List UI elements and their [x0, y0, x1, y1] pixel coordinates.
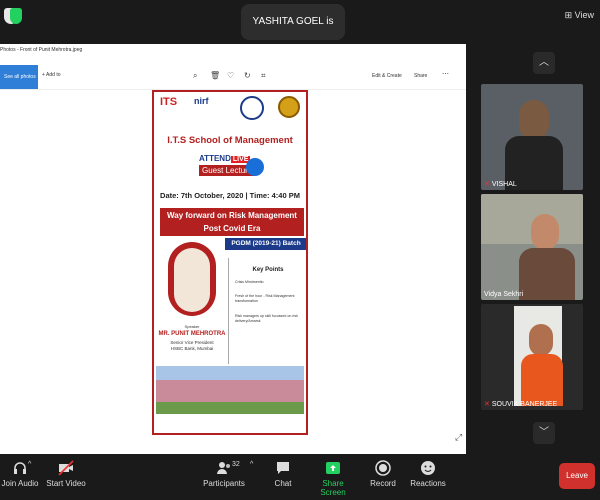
share-screen-icon [326, 462, 340, 474]
speaker-label: Speaker [184, 324, 200, 329]
speaker-photo [168, 242, 216, 316]
chat-icon [277, 462, 289, 474]
fullscreen-expand-icon[interactable]: ⤢ [455, 432, 462, 443]
award-badge-logo [278, 96, 300, 118]
participant-tile[interactable]: ✕ VISHAL [481, 84, 583, 190]
key-point-item: Risk managers up skill focussed on risk … [235, 314, 298, 323]
zoom-icon[interactable]: ⌕ [193, 71, 197, 81]
participant-tile[interactable]: ✕ SOUVIK BANERJEE [481, 304, 583, 410]
poster-logos: ITS nirf [154, 94, 306, 130]
headphones-icon [14, 462, 26, 474]
participant-video-body [521, 354, 563, 406]
participants-count: 32 [232, 461, 240, 468]
more-icon[interactable]: ⋯ [442, 70, 449, 78]
speaker-role: Senior Vice President HSBC Bank, Mumbai [170, 340, 214, 351]
photos-share-button[interactable]: Share [414, 73, 427, 79]
video-camera-icon [246, 158, 264, 176]
delete-icon[interactable]: 🗑 [210, 71, 220, 80]
reactions-smiley-icon [421, 461, 435, 475]
share-screen-button[interactable]: Share Screen [310, 454, 356, 500]
join-audio-button[interactable]: Join Audio [0, 454, 40, 500]
encryption-shield-icon[interactable] [10, 8, 22, 24]
seal-logo [240, 96, 264, 120]
attend-live-label: ATTEND LIVE [199, 154, 251, 163]
school-name: I.T.S School of Management [167, 135, 293, 146]
participant-name: ✕ VISHAL [484, 181, 517, 188]
audio-options-chevron-icon[interactable]: ^ [28, 461, 31, 468]
key-points-title: Key Points [252, 267, 284, 273]
favorite-icon[interactable]: ♡ [227, 71, 234, 80]
key-point-item: Crisis Mindmentio [235, 280, 264, 284]
participant-video-face [531, 214, 559, 250]
chat-button[interactable]: Chat [268, 454, 298, 500]
participant-tile[interactable]: Vidya Sekhri [481, 194, 583, 300]
photos-window-title: Photos - Front of Punit Mehrotra.jpeg [0, 47, 83, 53]
leave-button[interactable]: Leave [559, 463, 595, 489]
speaker-portrait [174, 248, 210, 312]
mic-muted-icon: ✕ [484, 181, 490, 188]
sky [156, 366, 304, 380]
reactions-button[interactable]: Reactions [410, 454, 446, 500]
participant-video-body [519, 248, 575, 300]
nirf-logo: nirf [194, 96, 209, 106]
poster-footer-links [156, 415, 304, 431]
speaker-name: MR. PUNIT MEHROTRA [158, 331, 226, 337]
lawn [156, 402, 304, 414]
participant-name: Vidya Sekhri [484, 291, 524, 298]
meeting-controls-bar: Join Audio ^ Start Video Participants 32… [0, 454, 600, 500]
batch-label: PGDM (2019-21) Batch [225, 238, 306, 250]
active-speaker-banner: YASHITA GOEL is talking... [241, 4, 345, 63]
grid-icon: ⊞ [564, 10, 575, 20]
its-logo: ITS [160, 96, 178, 108]
gallery-up-chevron-icon[interactable]: ︿ [533, 52, 555, 74]
participant-name: ✕ SOUVIK BANERJEE [484, 401, 558, 408]
start-video-button[interactable]: Start Video [44, 454, 88, 500]
participant-video-face [519, 100, 549, 140]
gallery-down-chevron-icon[interactable]: ﹀ [533, 422, 555, 444]
add-to-button[interactable]: + Add to [42, 72, 61, 78]
record-button[interactable]: Record [368, 454, 398, 500]
photos-toolbar: See all photos + Add to ⌕ 🗑 ♡ ↻ ⌗ Edit &… [0, 64, 466, 90]
crop-icon[interactable]: ⌗ [261, 71, 266, 81]
rotate-icon[interactable]: ↻ [244, 71, 251, 80]
view-button[interactable]: ⊞ View [565, 10, 594, 21]
record-icon [375, 460, 391, 476]
participants-options-chevron-icon[interactable]: ^ [250, 461, 253, 468]
participants-icon [217, 462, 230, 474]
video-off-icon [58, 460, 74, 476]
lecture-poster: ITS nirf I.T.S School of Management ATTE… [152, 90, 308, 435]
edit-create-button[interactable]: Edit & Create [372, 73, 402, 79]
meeting-top-bar: YASHITA GOEL is talking... ⊞ View [0, 0, 600, 63]
key-points-box: Key Points Crisis Mindmentio Fresh of th… [228, 258, 306, 364]
mic-muted-icon: ✕ [484, 401, 490, 408]
key-point-item: Fresh of the hour - Risk Management tran… [235, 294, 295, 303]
lecture-topic: Way forward on Risk Management Post Covi… [160, 208, 304, 236]
campus-building-photo [156, 366, 304, 414]
participant-video-face [529, 324, 553, 356]
see-all-photos-button[interactable]: See all photos [0, 65, 38, 89]
lecture-date-time: Date: 7th October, 2020 | Time: 4:40 PM [160, 191, 300, 200]
